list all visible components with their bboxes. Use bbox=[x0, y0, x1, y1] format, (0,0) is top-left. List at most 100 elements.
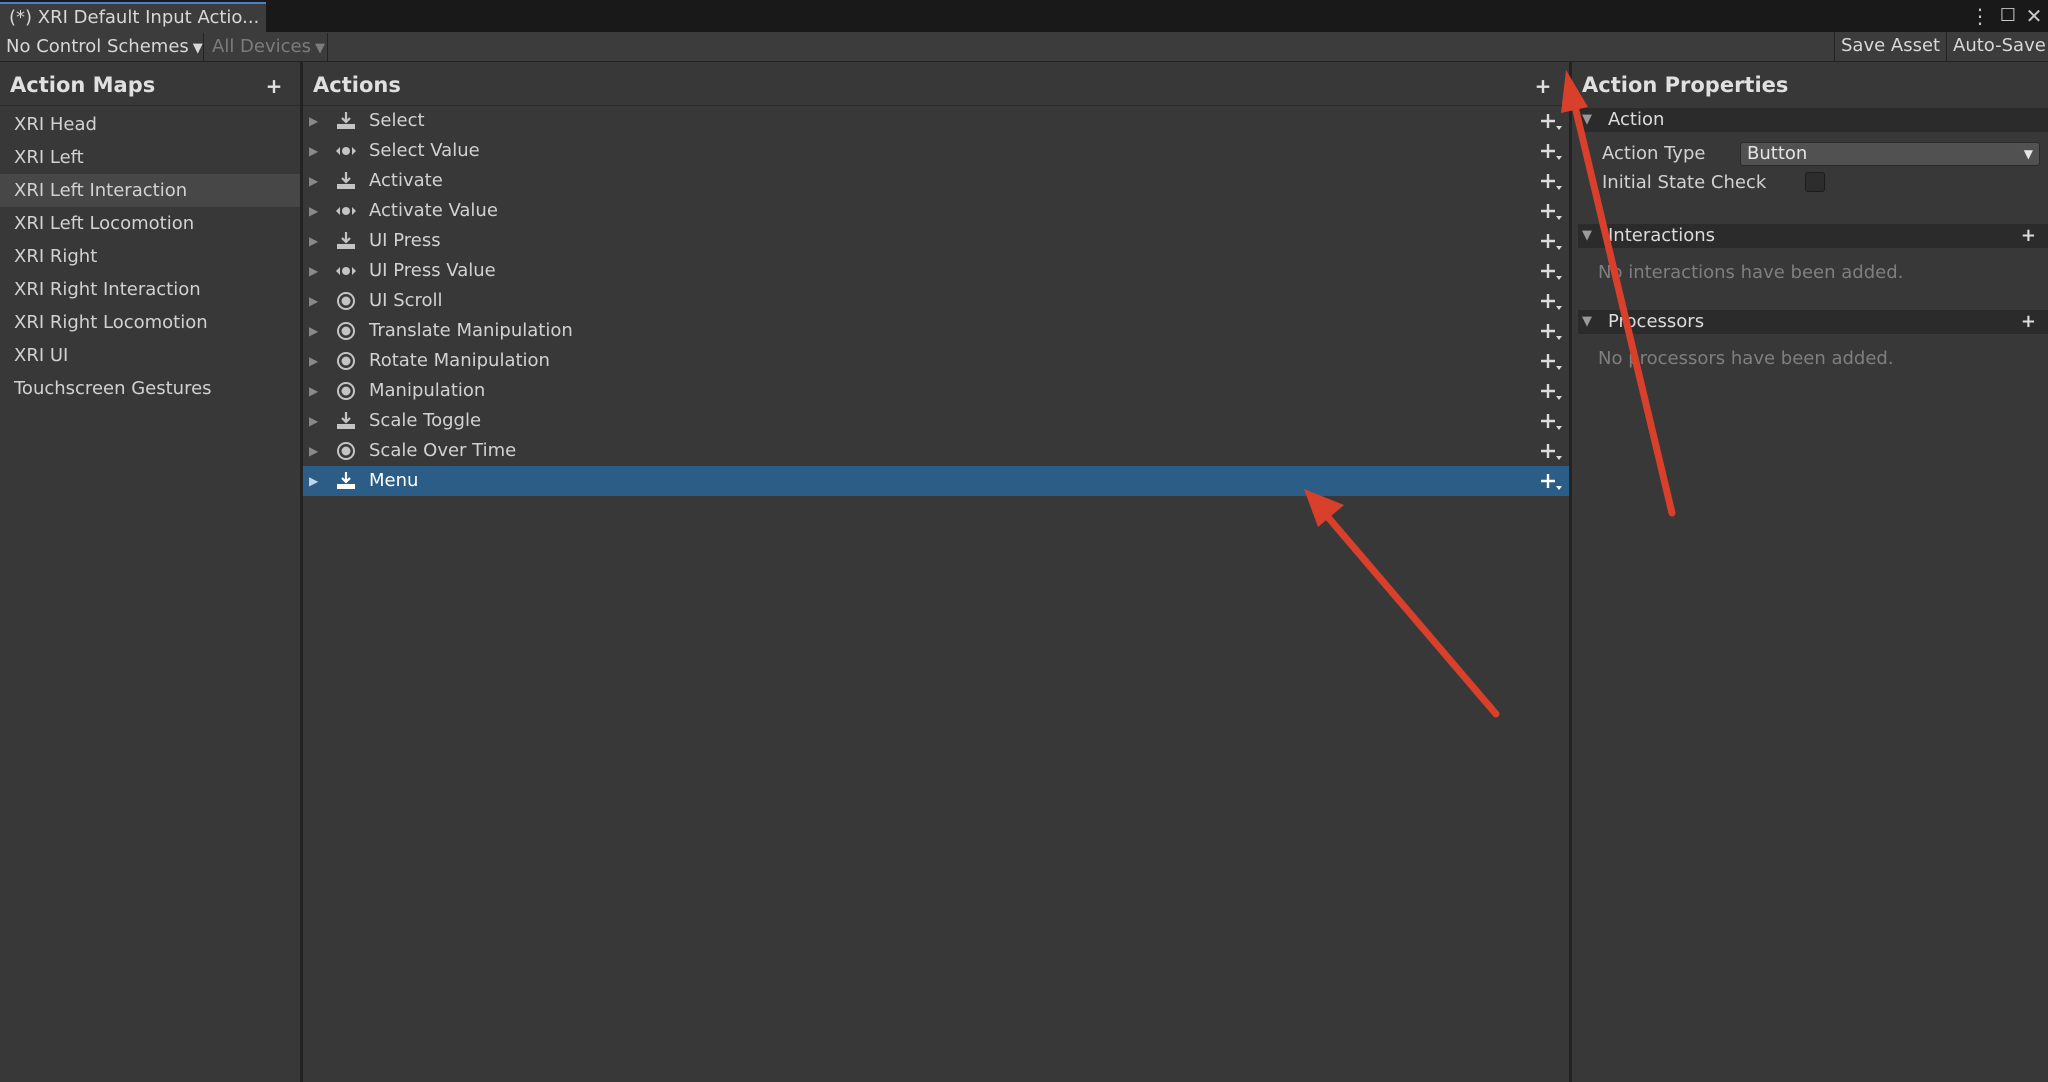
add-binding-icon[interactable] bbox=[1537, 466, 1563, 496]
actions-header: Actions bbox=[303, 64, 1569, 106]
more-options-icon[interactable]: ⋮ bbox=[1968, 0, 1992, 32]
action-label: Select Value bbox=[369, 140, 480, 161]
add-binding-icon[interactable] bbox=[1537, 286, 1563, 316]
expand-arrow-icon[interactable]: ▶ bbox=[309, 436, 323, 466]
action-map-item[interactable]: Touchscreen Gestures bbox=[0, 372, 300, 405]
add-binding-icon[interactable] bbox=[1537, 436, 1563, 466]
action-row[interactable]: ▶ Scale Over Time bbox=[303, 436, 1569, 466]
expand-arrow-icon[interactable]: ▶ bbox=[309, 346, 323, 376]
initial-state-checkbox[interactable] bbox=[1805, 172, 1825, 192]
expand-arrow-icon[interactable]: ▶ bbox=[309, 466, 323, 496]
action-section-header[interactable]: ▼ Action bbox=[1578, 108, 2048, 132]
action-properties-title: Action Properties bbox=[1582, 73, 1789, 97]
window-tab-title: (*) XRI Default Input Actio... bbox=[9, 7, 260, 28]
interactions-section-title: Interactions bbox=[1608, 225, 1716, 246]
action-row[interactable]: ▶ Select Value bbox=[303, 136, 1569, 166]
action-map-item[interactable]: XRI Right Locomotion bbox=[0, 306, 300, 339]
action-row[interactable]: ▶ Activate Value bbox=[303, 196, 1569, 226]
action-row[interactable]: ▶ Manipulation bbox=[303, 376, 1569, 406]
action-row[interactable]: ▶ UI Press Value bbox=[303, 256, 1569, 286]
action-map-item[interactable]: XRI Right bbox=[0, 240, 300, 273]
action-label: Translate Manipulation bbox=[369, 320, 573, 341]
action-label: Select bbox=[369, 110, 425, 131]
passthrough-icon bbox=[335, 290, 357, 312]
action-properties-panel: Action Properties ▼ Action Action Type B… bbox=[1572, 64, 2048, 1082]
action-row[interactable]: ▶ Menu bbox=[303, 466, 1569, 496]
action-map-item[interactable]: XRI Left bbox=[0, 141, 300, 174]
value-icon bbox=[335, 260, 357, 282]
expand-arrow-icon[interactable]: ▶ bbox=[309, 106, 323, 136]
expand-arrow-icon[interactable]: ▶ bbox=[309, 406, 323, 436]
chevron-down-icon: ▼ bbox=[314, 41, 325, 56]
add-binding-icon[interactable] bbox=[1537, 166, 1563, 196]
action-row[interactable]: ▶ Translate Manipulation bbox=[303, 316, 1569, 346]
action-row[interactable]: ▶ Rotate Manipulation bbox=[303, 346, 1569, 376]
control-schemes-dropdown[interactable]: No Control Schemes ▼ bbox=[0, 33, 204, 61]
action-map-item[interactable]: XRI Head bbox=[0, 108, 300, 141]
control-schemes-label: No Control Schemes bbox=[6, 36, 189, 57]
passthrough-icon bbox=[335, 440, 357, 462]
passthrough-icon bbox=[335, 320, 357, 342]
passthrough-icon bbox=[335, 350, 357, 372]
window-tab[interactable]: (*) XRI Default Input Actio... bbox=[0, 2, 266, 32]
add-binding-icon[interactable] bbox=[1537, 136, 1563, 166]
add-binding-icon[interactable] bbox=[1537, 406, 1563, 436]
action-map-item[interactable]: XRI UI bbox=[0, 339, 300, 372]
devices-dropdown[interactable]: All Devices ▼ bbox=[206, 33, 328, 61]
add-binding-icon[interactable] bbox=[1537, 376, 1563, 406]
action-map-item[interactable]: XRI Left Locomotion bbox=[0, 207, 300, 240]
processors-section-header[interactable]: ▼ Processors + bbox=[1578, 310, 2048, 334]
action-map-label: XRI Left Locomotion bbox=[14, 213, 195, 234]
action-row[interactable]: ▶ UI Scroll bbox=[303, 286, 1569, 316]
interactions-empty-message: No interactions have been added. bbox=[1598, 262, 1904, 283]
action-type-value: Button bbox=[1747, 143, 1808, 164]
action-map-item[interactable]: XRI Right Interaction bbox=[0, 273, 300, 306]
action-map-label: XRI Left Interaction bbox=[14, 180, 188, 201]
add-binding-icon[interactable] bbox=[1537, 346, 1563, 376]
auto-save-toggle[interactable]: Auto-Save bbox=[1946, 32, 2048, 62]
action-label: Activate Value bbox=[369, 200, 498, 221]
expand-arrow-icon[interactable]: ▶ bbox=[309, 256, 323, 286]
chevron-down-icon: ▼ bbox=[2023, 147, 2033, 161]
add-interaction-button[interactable]: + bbox=[2021, 224, 2036, 248]
action-row[interactable]: ▶ UI Press bbox=[303, 226, 1569, 256]
expand-arrow-icon[interactable]: ▶ bbox=[309, 316, 323, 346]
expand-arrow-icon[interactable]: ▶ bbox=[309, 226, 323, 256]
action-label: Rotate Manipulation bbox=[369, 350, 550, 371]
expand-arrow-icon[interactable]: ▶ bbox=[309, 166, 323, 196]
expand-arrow-icon[interactable]: ▶ bbox=[309, 196, 323, 226]
add-binding-icon[interactable] bbox=[1537, 226, 1563, 256]
add-action-map-button[interactable]: + bbox=[262, 64, 286, 106]
toolbar: No Control Schemes ▼ All Devices ▼ Save As… bbox=[0, 32, 2048, 62]
save-asset-button[interactable]: Save Asset bbox=[1834, 32, 1946, 62]
expand-arrow-icon[interactable]: ▶ bbox=[309, 376, 323, 406]
close-icon[interactable]: ✕ bbox=[2022, 0, 2046, 32]
action-type-dropdown[interactable]: Button ▼ bbox=[1740, 142, 2040, 166]
button-icon bbox=[335, 170, 357, 192]
action-map-label: XRI Right bbox=[14, 246, 98, 267]
add-processor-button[interactable]: + bbox=[2021, 310, 2036, 334]
processors-empty-message: No processors have been added. bbox=[1598, 348, 1894, 369]
expand-arrow-icon[interactable]: ▶ bbox=[309, 286, 323, 316]
actions-panel: Actions + ▶ Select ▶ Select Value ▶ Activate ▶… bbox=[303, 64, 1569, 1082]
action-label: Menu bbox=[369, 470, 419, 491]
maximize-icon[interactable]: ☐ bbox=[1996, 0, 2020, 32]
action-map-item[interactable]: XRI Left Interaction bbox=[0, 174, 300, 207]
action-row[interactable]: ▶ Scale Toggle bbox=[303, 406, 1569, 436]
action-row[interactable]: ▶ Activate bbox=[303, 166, 1569, 196]
action-row[interactable]: ▶ Select bbox=[303, 106, 1569, 136]
add-binding-icon[interactable] bbox=[1537, 256, 1563, 286]
add-action-button[interactable]: + bbox=[1531, 64, 1555, 106]
add-binding-icon[interactable] bbox=[1537, 316, 1563, 346]
interactions-section-header[interactable]: ▼ Interactions + bbox=[1578, 224, 2048, 248]
expand-arrow-icon[interactable]: ▶ bbox=[309, 136, 323, 166]
passthrough-icon bbox=[335, 380, 357, 402]
add-binding-icon[interactable] bbox=[1537, 196, 1563, 226]
foldout-open-icon: ▼ bbox=[1582, 112, 1592, 127]
window-tab-bar: (*) XRI Default Input Actio... ⋮ ☐ ✕ bbox=[0, 0, 2048, 32]
add-binding-icon[interactable] bbox=[1537, 106, 1563, 136]
action-map-label: XRI Head bbox=[14, 114, 97, 135]
action-maps-header: Action Maps bbox=[0, 64, 300, 106]
processors-section-title: Processors bbox=[1608, 311, 1705, 332]
button-icon bbox=[335, 470, 357, 492]
